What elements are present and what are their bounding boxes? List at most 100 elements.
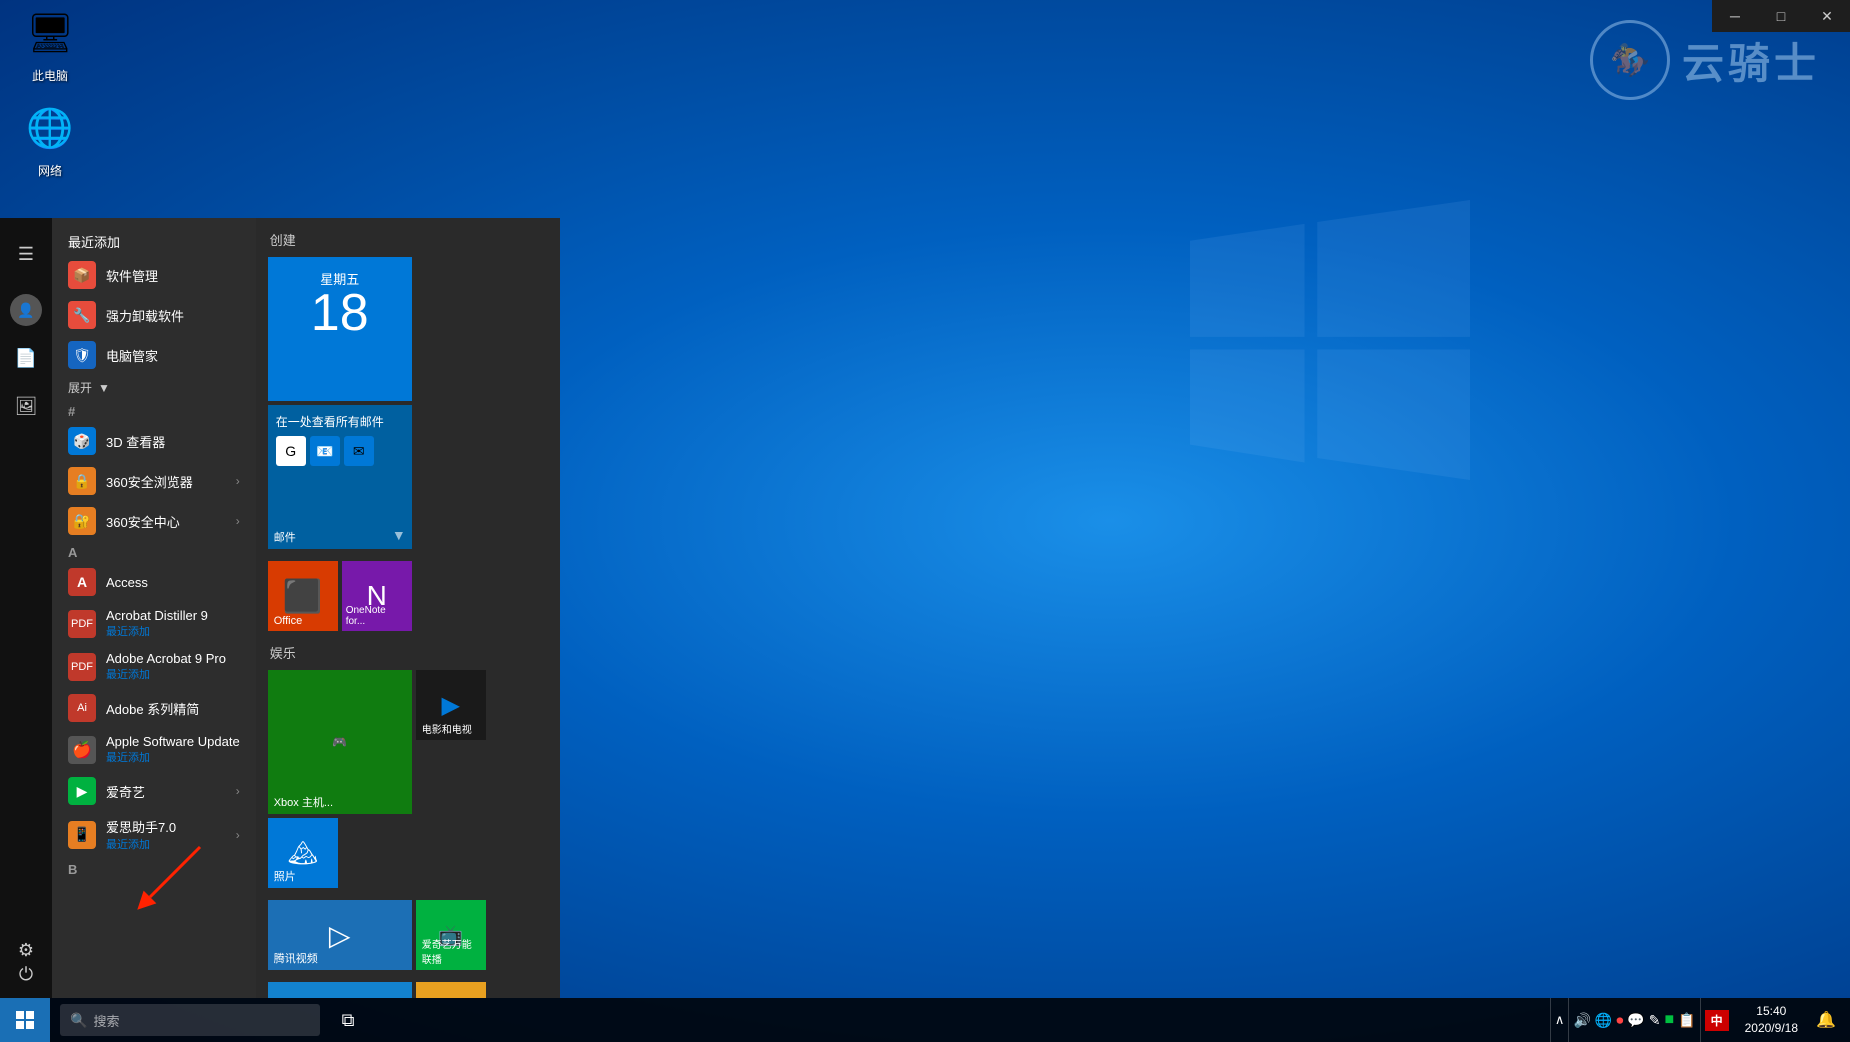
- iqiyi-name: 爱奇艺: [106, 782, 236, 801]
- volume-icon[interactable]: 🔊: [1573, 1012, 1590, 1029]
- app-item-360-security[interactable]: 🔐 360安全中心 ›: [52, 501, 256, 541]
- iqiyi-icon: ▶: [68, 777, 96, 805]
- network-tray-icon[interactable]: 🌐: [1595, 1012, 1612, 1029]
- desktop-icon-this-pc[interactable]: 🖥 此电脑: [10, 15, 90, 84]
- settings-button[interactable]: ⚙: [0, 650, 52, 950]
- start-sidebar: ☰ 👤 📄 🖼 ⚙ ⏻: [0, 218, 52, 998]
- tiles-video-row: ▷ 腾讯视频 📺 爱奇艺万能联播: [268, 900, 548, 970]
- taskbar-search[interactable]: 🔍 搜索: [60, 1004, 320, 1036]
- expand-label: 展开: [68, 379, 92, 396]
- tile-calendar[interactable]: 星期五 18: [268, 257, 412, 401]
- tray-expand-button[interactable]: ∧: [1550, 998, 1569, 1042]
- adobe-acrobat-subtitle: 最近添加: [106, 666, 240, 682]
- movie-icon: ▶: [441, 691, 459, 720]
- 3d-viewer-icon: 🎲: [68, 427, 96, 455]
- aisi-name: 爱思助手7.0: [106, 817, 236, 836]
- app-item-force-uninstall[interactable]: 🔧 强力卸载软件: [52, 295, 256, 335]
- network-label: 网络: [38, 162, 62, 179]
- mail-app-icon: ✉: [344, 436, 374, 466]
- start-right: 创建 星期五 18 在一处查看所有邮件 G 📧 ✉ 邮件: [256, 218, 560, 998]
- mail-icons-row: G 📧 ✉: [276, 436, 374, 466]
- movie-label: 电影和电视: [422, 721, 480, 736]
- app-item-adobe-series[interactable]: Ai Adobe 系列精简: [52, 688, 256, 728]
- pen-icon[interactable]: ✎: [1649, 1012, 1661, 1029]
- maximize-button[interactable]: □: [1758, 0, 1804, 32]
- documents-button[interactable]: 📄: [0, 334, 52, 382]
- office-icon: ⬛: [283, 577, 323, 615]
- power-icon: ⏻: [19, 964, 33, 985]
- green-icon[interactable]: ■: [1664, 1011, 1674, 1029]
- acrobat-subtitle: 最近添加: [106, 623, 240, 639]
- iqiyi-text: 爱奇艺: [106, 782, 236, 801]
- force-uninstall-text: 强力卸载软件: [106, 306, 240, 325]
- tile-mail[interactable]: 在一处查看所有邮件 G 📧 ✉ 邮件 ▼: [268, 405, 412, 549]
- entertainment-section-label: 娱乐: [268, 643, 548, 662]
- mail-arrow-icon: ▼: [392, 527, 406, 543]
- photo-label: 照片: [274, 868, 332, 884]
- chat-icon[interactable]: 💬: [1627, 1012, 1644, 1029]
- window-controls: ─ □ ✕: [1712, 0, 1850, 32]
- tray-expand-icon: ∧: [1555, 1012, 1565, 1028]
- close-button[interactable]: ✕: [1804, 0, 1850, 32]
- photo-icon: 🏔: [287, 839, 317, 868]
- app-item-iqiyi[interactable]: ▶ 爱奇艺 ›: [52, 771, 256, 811]
- tile-photo[interactable]: 🏔 照片: [268, 818, 338, 888]
- access-text: Access: [106, 575, 240, 590]
- software-mgr-name: 软件管理: [106, 266, 240, 285]
- onenote-label: OneNote for...: [346, 605, 408, 627]
- software-mgr-text: 软件管理: [106, 266, 240, 285]
- desktop-icon-network[interactable]: 🌐 网络: [10, 110, 90, 179]
- user-avatar-button[interactable]: 👤: [0, 286, 52, 334]
- tile-ie[interactable]: ℯ Internet Explorer: [268, 982, 412, 998]
- tiles-second-row: ⬛ Office N OneNote for...: [268, 561, 548, 631]
- taskbar-clock[interactable]: 15:40 2020/9/18: [1733, 998, 1810, 1042]
- access-name: Access: [106, 575, 240, 590]
- power-button[interactable]: ⏻: [0, 950, 52, 998]
- hamburger-menu[interactable]: ☰: [0, 230, 52, 278]
- search-icon: 🔍: [70, 1012, 87, 1029]
- clock-time: 15:40: [1756, 1003, 1786, 1020]
- tile-tencent[interactable]: ▷ 腾讯视频: [268, 900, 412, 970]
- adobe-series-icon: Ai: [68, 694, 96, 722]
- record-icon[interactable]: ⏺: [1616, 1012, 1623, 1029]
- app-item-aisi[interactable]: 📱 爱思助手7.0 最近添加 ›: [52, 811, 256, 858]
- task-view-button[interactable]: ⧉: [330, 998, 366, 1042]
- app-item-360-browser[interactable]: 🔒 360安全浏览器 ›: [52, 461, 256, 501]
- 360-browser-name: 360安全浏览器: [106, 472, 236, 491]
- notification-center-button[interactable]: 🔔: [1810, 998, 1842, 1042]
- 360-security-text: 360安全中心: [106, 512, 236, 531]
- tile-movie[interactable]: ▶ 电影和电视: [416, 670, 486, 740]
- search-placeholder: 搜索: [93, 1011, 119, 1030]
- task-view-icon: ⧉: [342, 1010, 355, 1031]
- minimize-button[interactable]: ─: [1712, 0, 1758, 32]
- ime-indicator[interactable]: 中: [1700, 998, 1733, 1042]
- app-item-3d-viewer[interactable]: 🎲 3D 查看器: [52, 421, 256, 461]
- this-pc-label: 此电脑: [32, 67, 68, 84]
- 3d-viewer-name: 3D 查看器: [106, 432, 240, 451]
- 360-security-chevron-icon: ›: [236, 514, 240, 528]
- pc-manager-name: 电脑管家: [106, 346, 240, 365]
- notification-icon: 🔔: [1816, 1010, 1836, 1030]
- tile-iqiyi-tv[interactable]: 📺 爱奇艺万能联播: [416, 900, 486, 970]
- pictures-button[interactable]: 🖼: [0, 382, 52, 430]
- app-item-software-mgr[interactable]: 📦 软件管理: [52, 255, 256, 295]
- tile-qiangli[interactable]: 💊 强力即载电脑中的软件: [416, 982, 486, 998]
- app-item-pc-manager[interactable]: 🛡 电脑管家: [52, 335, 256, 375]
- start-button[interactable]: [0, 998, 50, 1042]
- tile-xbox[interactable]: 🎮 Xbox 主机...: [268, 670, 412, 814]
- tiles-entertainment-row: 🎮 Xbox 主机... ▶ 电影和电视 🏔 照片: [268, 670, 548, 888]
- brand-watermark: 🏇 云骑士: [1590, 20, 1820, 100]
- 360-browser-icon: 🔒: [68, 467, 96, 495]
- tile-onenote[interactable]: N OneNote for...: [342, 561, 412, 631]
- app-item-apple-software[interactable]: 🍎 Apple Software Update 最近添加: [52, 728, 256, 771]
- app-item-acrobat[interactable]: PDF Acrobat Distiller 9 最近添加: [52, 602, 256, 645]
- expand-button[interactable]: 展开 ▼: [52, 375, 256, 400]
- pc-manager-text: 电脑管家: [106, 346, 240, 365]
- app-item-access[interactable]: A Access: [52, 562, 256, 602]
- this-pc-icon: 🖥: [26, 15, 74, 63]
- apple-software-icon: 🍎: [68, 736, 96, 764]
- app-item-adobe-acrobat[interactable]: PDF Adobe Acrobat 9 Pro 最近添加: [52, 645, 256, 688]
- tile-office[interactable]: ⬛ Office: [268, 561, 338, 631]
- clipboard-icon[interactable]: 📋: [1678, 1012, 1695, 1029]
- start-menu: ☰ 👤 📄 🖼 ⚙ ⏻ 最近添加: [0, 218, 560, 998]
